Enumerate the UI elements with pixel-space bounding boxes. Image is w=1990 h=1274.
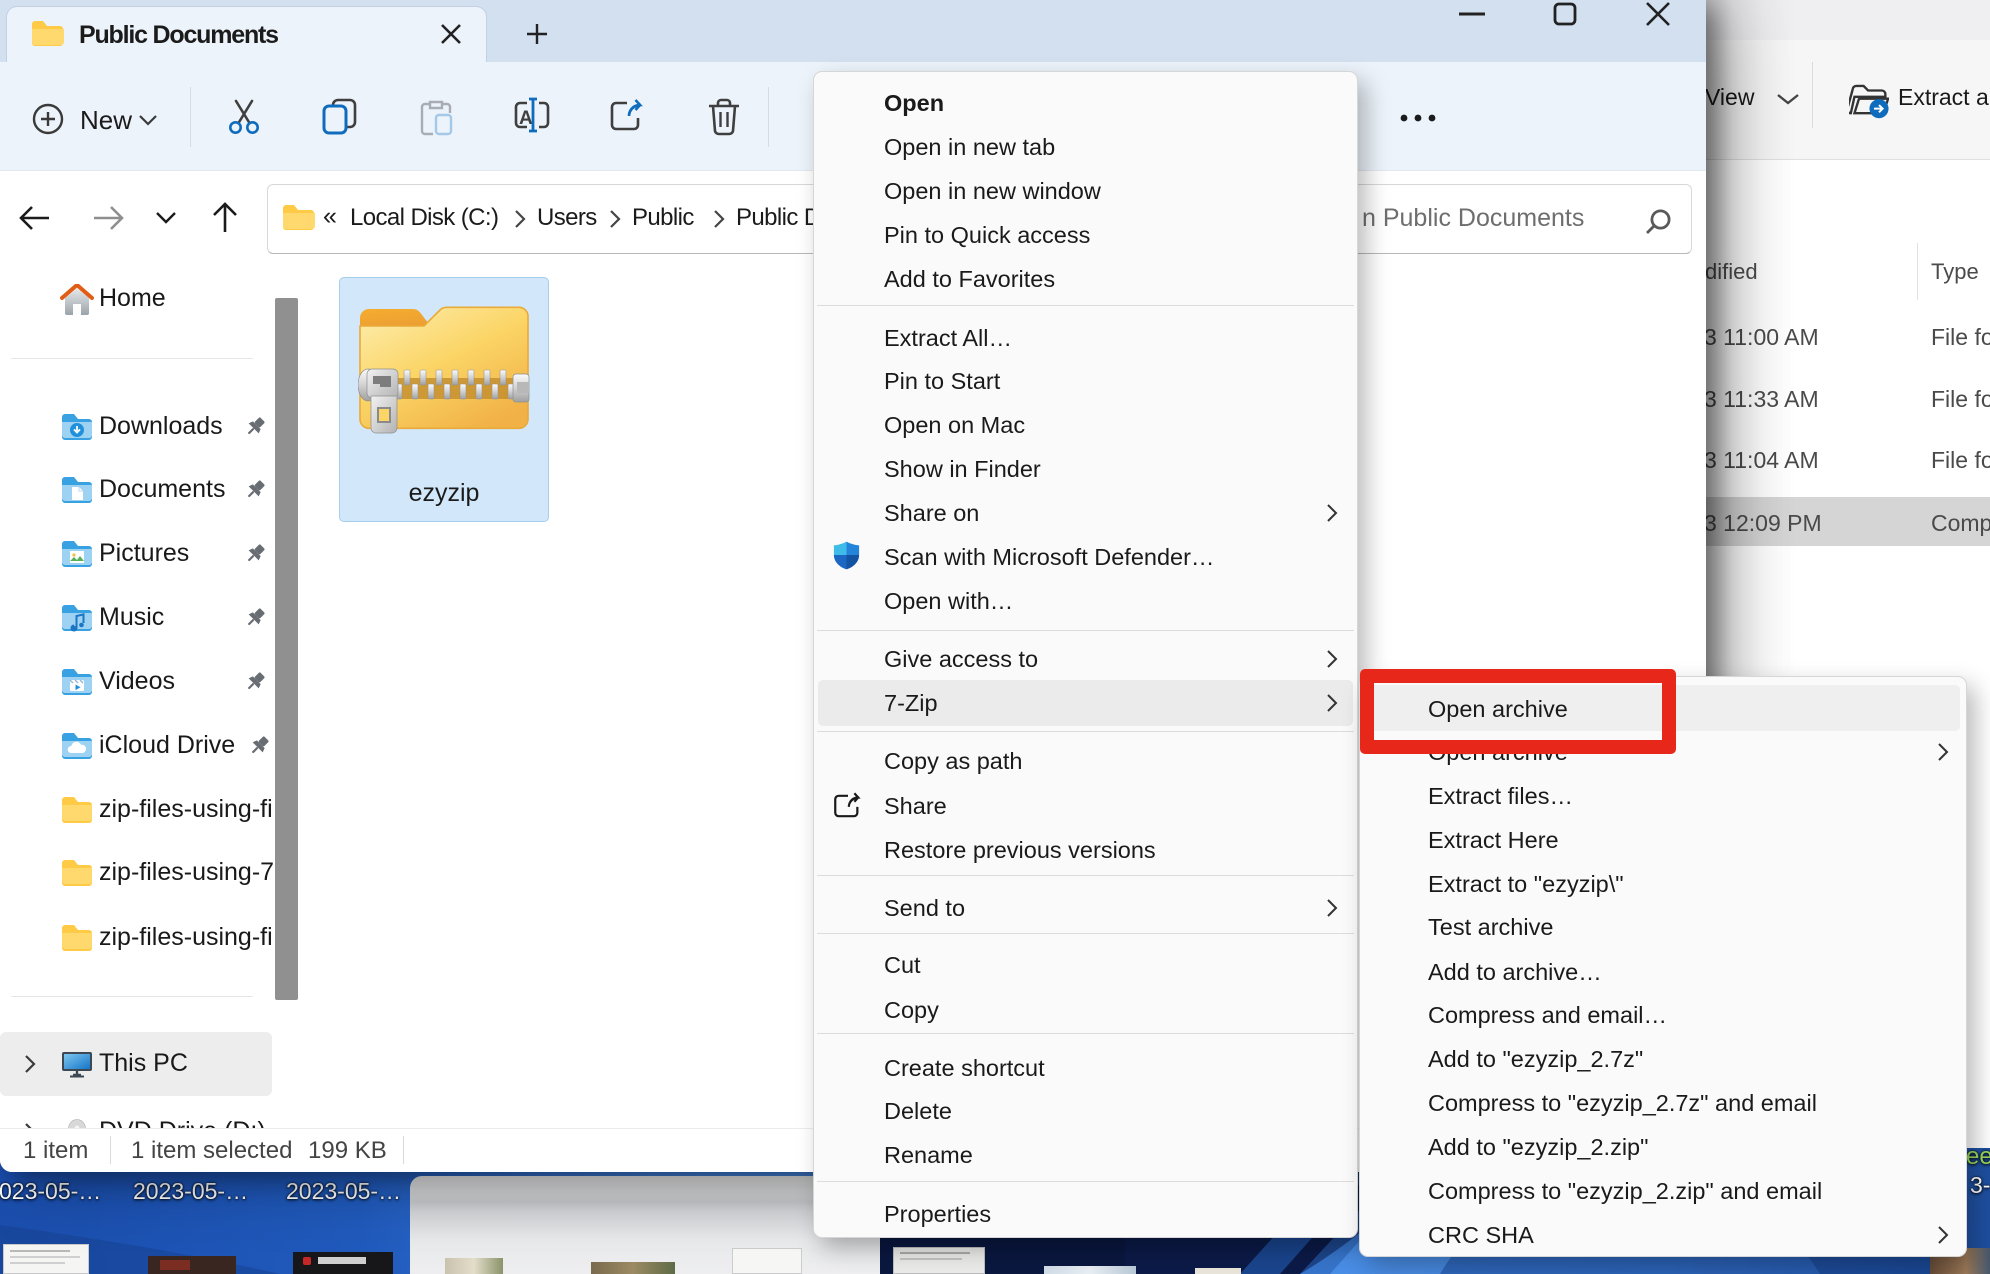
svg-text:A: A [519,108,533,129]
